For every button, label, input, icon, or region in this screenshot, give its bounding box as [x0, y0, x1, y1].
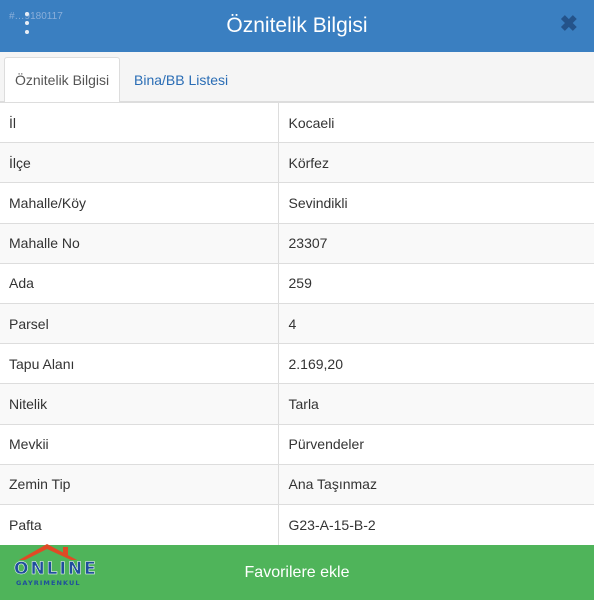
table-row: Mahalle No 23307 — [0, 222, 594, 264]
attribute-value: 23307 — [278, 222, 594, 264]
online-gayrimenkul-logo: ONLINE GAYRIMENKUL — [14, 542, 100, 588]
attribute-value: Sevindikli — [278, 182, 594, 224]
table-row: Ada 259 — [0, 262, 594, 304]
attribute-value: Tarla — [278, 383, 594, 424]
modal-header: #…9180117 Öznitelik Bilgisi ✖ — [0, 0, 594, 52]
tab-attribute-info[interactable]: Öznitelik Bilgisi — [4, 57, 121, 103]
attribute-value: G23-A-15-B-2 — [278, 503, 594, 545]
attribute-table: İl Kocaeli İlçe Körfez Mahalle/Köy Sevindikli… — [0, 101, 594, 545]
attribute-value: 4 — [278, 302, 594, 344]
tab-building-list[interactable]: Bina/BB Listesi — [124, 57, 238, 103]
attribute-key: Ada — [0, 262, 279, 304]
add-to-favorites-label: Favorilere ekle — [244, 563, 350, 581]
table-row: Mevkii Pürvendeler — [0, 423, 594, 465]
modal-title: Öznitelik Bilgisi — [226, 14, 368, 37]
attribute-value: Körfez — [278, 142, 594, 183]
table-row: İlçe Körfez — [0, 142, 594, 183]
attribute-key: Mahalle No — [0, 222, 279, 264]
close-icon[interactable]: ✖ — [560, 11, 578, 37]
attribute-key: Tapu Alanı — [0, 343, 279, 384]
logo-word: ONLINE — [14, 559, 98, 580]
attribute-value: Kocaeli — [278, 101, 594, 143]
attribute-value: 2.169,20 — [278, 343, 594, 384]
attribute-key: Pafta — [0, 503, 279, 545]
record-id-text: #…9180117 — [9, 11, 63, 22]
table-row: İl Kocaeli — [0, 101, 594, 143]
table-row: Tapu Alanı 2.169,20 — [0, 343, 594, 384]
attribute-key: Mevkii — [0, 423, 279, 465]
attribute-key: İlçe — [0, 142, 279, 183]
attribute-key: İl — [0, 101, 279, 143]
attribute-value: 259 — [278, 262, 594, 304]
kebab-menu-icon[interactable] — [22, 12, 32, 34]
table-row: Mahalle/Köy Sevindikli — [0, 182, 594, 224]
attribute-value: Ana Taşınmaz — [278, 463, 594, 505]
tab-bar: Öznitelik Bilgisi Bina/BB Listesi — [0, 52, 594, 103]
attribute-value: Pürvendeler — [278, 423, 594, 465]
table-row: Zemin Tip Ana Taşınmaz — [0, 463, 594, 505]
attribute-key: Nitelik — [0, 383, 279, 424]
attribute-key: Mahalle/Köy — [0, 182, 279, 224]
table-row: Nitelik Tarla — [0, 383, 594, 424]
table-row: Pafta G23-A-15-B-2 — [0, 503, 594, 545]
logo-subtext: GAYRIMENKUL — [16, 579, 81, 587]
attribute-key: Parsel — [0, 302, 279, 344]
table-row: Parsel 4 — [0, 302, 594, 344]
attribute-key: Zemin Tip — [0, 463, 279, 505]
